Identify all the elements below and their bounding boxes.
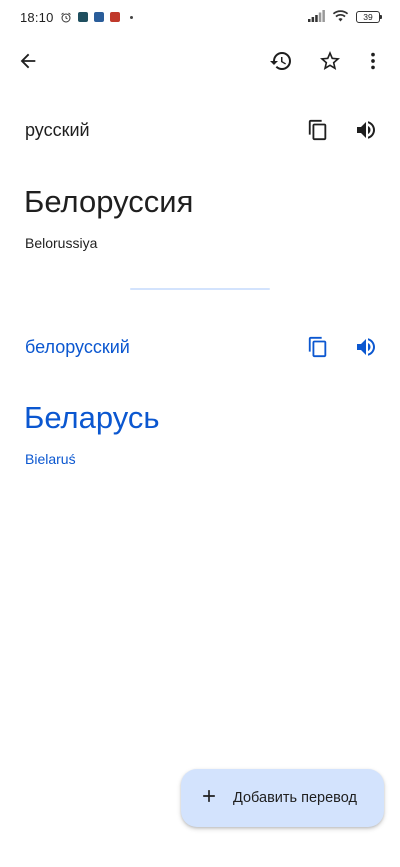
source-language-label: русский (25, 119, 90, 140)
target-language-row: белорусский (25, 332, 384, 362)
target-language-label: белорусский (25, 336, 130, 357)
alarm-icon (60, 11, 72, 23)
source-language-row: русский (25, 115, 384, 145)
copy-icon (307, 336, 329, 358)
back-arrow-icon (17, 50, 39, 72)
add-translation-label: Добавить перевод (233, 790, 357, 806)
volume-icon (354, 335, 378, 359)
status-left: 18:10 (20, 10, 133, 25)
add-translation-button[interactable]: Добавить перевод (181, 769, 384, 827)
more-vert-icon (362, 50, 384, 72)
status-bar: 18:10 39 (0, 0, 400, 34)
more-options-button[interactable] (355, 43, 391, 79)
translation-text[interactable]: Беларусь (24, 398, 160, 438)
battery-icon: 39 (356, 11, 382, 23)
app-notification-icon (109, 12, 120, 22)
more-notifications-dot (129, 15, 133, 19)
listen-translation-button[interactable] (348, 329, 384, 365)
copy-source-button[interactable] (300, 112, 336, 148)
wifi-icon (332, 9, 349, 25)
favorite-button[interactable] (312, 43, 348, 79)
app-notification-icon (77, 12, 88, 22)
volume-icon (354, 118, 378, 142)
history-button[interactable] (263, 43, 299, 79)
translation-screen: 18:10 39 русский Белоруссия Belorussiya … (0, 0, 400, 867)
status-right: 39 (308, 9, 382, 25)
copy-icon (307, 119, 329, 141)
history-icon (269, 49, 293, 73)
plus-icon (199, 786, 219, 811)
status-time: 18:10 (20, 9, 54, 25)
app-notification-icon (93, 12, 104, 22)
section-divider (130, 288, 270, 290)
copy-translation-button[interactable] (300, 329, 336, 365)
source-text[interactable]: Белоруссия (24, 182, 193, 222)
back-button[interactable] (10, 43, 46, 79)
listen-source-button[interactable] (348, 112, 384, 148)
source-transliteration: Belorussiya (25, 235, 98, 251)
translation-transliteration: Bielaruś (25, 451, 76, 467)
star-icon (318, 49, 342, 73)
target-actions (300, 329, 384, 365)
source-actions (300, 112, 384, 148)
signal-icon (308, 9, 325, 25)
top-app-bar (0, 38, 400, 84)
